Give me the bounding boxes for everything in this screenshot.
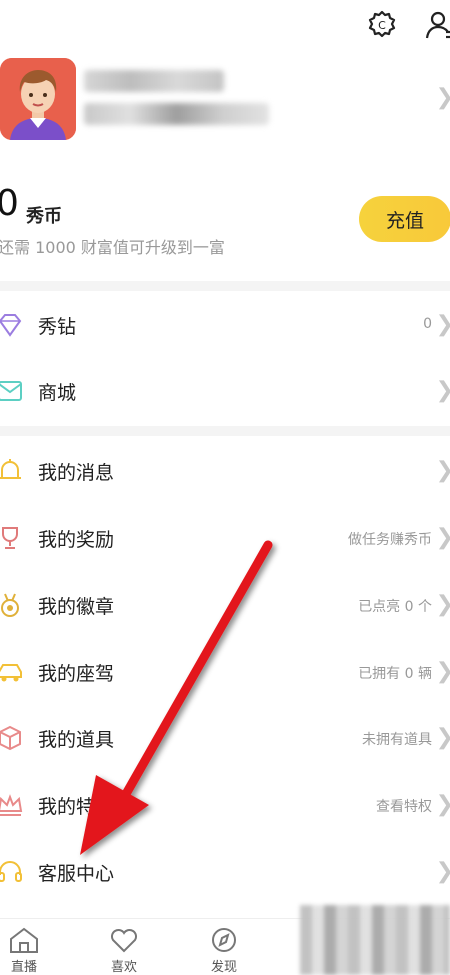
section-divider <box>0 281 450 291</box>
profile-card[interactable]: ❯ <box>0 55 450 143</box>
menu-item-label: 秀钻 <box>38 316 77 338</box>
heart-icon <box>110 928 138 953</box>
chevron-right-icon: ❯ <box>436 314 450 336</box>
menu-item-label: 我的消息 <box>38 462 115 484</box>
menu-item-extra: 0 <box>423 316 432 332</box>
tab-discover[interactable]: 发现 <box>194 927 254 975</box>
menu-item-extra: 查看特权 <box>376 799 432 815</box>
menu-item-rewards[interactable]: 我的奖励 做任务赚秀币 ❯ <box>0 505 450 571</box>
menu-item-label: 我的座驾 <box>38 663 115 685</box>
menu-item-customer-service[interactable]: 客服中心 ❯ <box>0 839 450 905</box>
trophy-icon <box>2 527 18 549</box>
compass-icon <box>212 928 236 952</box>
menu-item-extra: 已拥有 0 辆 <box>358 666 432 682</box>
box-icon <box>0 725 21 751</box>
menu-item-extra: 已点亮 0 个 <box>358 599 432 615</box>
chevron-right-icon: ❯ <box>436 527 450 549</box>
menu-item-label: 我的道具 <box>38 729 115 751</box>
tab-live[interactable]: 直播 <box>0 927 54 975</box>
top-bar: C <box>0 0 450 55</box>
username-blurred <box>84 70 224 92</box>
tab-favorites[interactable]: 喜欢 <box>94 927 154 975</box>
headset-icon <box>0 861 22 882</box>
menu-item-badges[interactable]: 我的徽章 已点亮 0 个 ❯ <box>0 572 450 638</box>
tab-label: 发现 <box>210 960 237 975</box>
chevron-right-icon: ❯ <box>436 794 450 816</box>
menu-item-label: 商城 <box>38 382 77 404</box>
chevron-right-icon: ❯ <box>436 594 450 616</box>
svg-text:C: C <box>378 19 386 32</box>
home-icon <box>10 927 38 953</box>
avatar[interactable] <box>0 58 76 140</box>
menu-item-vehicles[interactable]: 我的座驾 已拥有 0 辆 ❯ <box>0 639 450 705</box>
chevron-right-icon: ❯ <box>436 460 450 482</box>
wallet-section: 0 秀币 还需 1000 财富值可升级到一富 充值 <box>0 180 450 270</box>
mall-icon <box>0 381 22 401</box>
user-id-blurred <box>84 103 269 125</box>
tab-label: 喜欢 <box>110 960 137 975</box>
menu-item-label: 我的奖励 <box>38 529 115 551</box>
menu-item-messages[interactable]: 我的消息 ❯ <box>0 438 450 504</box>
user-list-icon[interactable] <box>424 8 450 42</box>
level-hint: 还需 1000 财富值可升级到一富 <box>0 238 225 257</box>
menu-item-privileges[interactable]: 我的特 查看特权 ❯ <box>0 772 450 838</box>
menu-item-mall[interactable]: 商城 ❯ <box>0 358 450 424</box>
chevron-right-icon: ❯ <box>436 380 450 402</box>
tab-label: 直播 <box>10 960 37 975</box>
menu-item-props[interactable]: 我的道具 未拥有道具 ❯ <box>0 705 450 771</box>
section-divider <box>0 426 450 436</box>
crown-icon <box>0 794 23 816</box>
diamond-icon <box>0 314 22 337</box>
bell-icon <box>0 459 21 479</box>
menu-item-label: 我的徽章 <box>38 596 115 618</box>
coin-balance: 0 <box>0 183 19 224</box>
menu-item-diamond[interactable]: 秀钻 0 ❯ <box>0 292 450 358</box>
blurred-tab-area <box>300 905 450 975</box>
chevron-right-icon: ❯ <box>436 87 450 109</box>
gear-icon[interactable]: C <box>365 8 399 42</box>
menu-item-extra: 做任务赚秀币 <box>348 532 432 548</box>
menu-item-label: 我的特 <box>38 796 96 818</box>
recharge-button[interactable]: 充值 <box>359 196 450 242</box>
menu-item-label: 客服中心 <box>38 863 115 885</box>
car-icon <box>0 664 22 682</box>
badge-icon <box>1 593 19 617</box>
chevron-right-icon: ❯ <box>436 727 450 749</box>
menu-item-extra: 未拥有道具 <box>362 732 432 748</box>
chevron-right-icon: ❯ <box>436 861 450 883</box>
coin-unit: 秀币 <box>26 206 62 227</box>
chevron-right-icon: ❯ <box>436 661 450 683</box>
